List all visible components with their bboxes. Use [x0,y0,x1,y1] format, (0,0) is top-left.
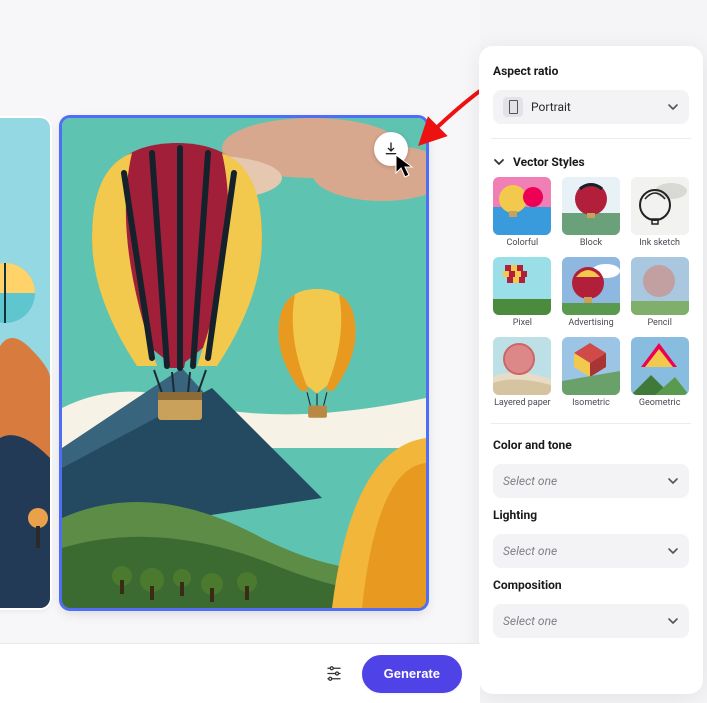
composition-title: Composition [493,578,689,592]
style-thumb [562,257,620,315]
chevron-down-icon [667,475,679,487]
style-thumb [562,177,620,235]
chevron-down-icon [667,615,679,627]
style-tile-pixel[interactable]: Pixel [493,257,552,329]
divider [491,138,691,139]
style-tile-geometric[interactable]: Geometric [630,337,689,409]
style-tile-ink-sketch[interactable]: Ink sketch [630,177,689,249]
style-tile-colorful[interactable]: Colorful [493,177,552,249]
result-thumb-previous[interactable] [0,118,50,608]
divider [491,423,691,424]
style-tile-advertising[interactable]: Advertising [562,257,621,329]
lighting-placeholder: Select one [503,544,557,558]
style-label: Layered paper [494,399,551,409]
aspect-ratio-value: Portrait [531,100,571,114]
style-label: Colorful [506,239,538,249]
style-label: Pixel [513,319,532,329]
style-thumb [562,337,620,395]
lighting-group: Lighting Select one [493,508,689,568]
sliders-icon [325,663,343,685]
style-thumb [493,337,551,395]
aspect-ratio-title: Aspect ratio [493,64,689,78]
style-label: Advertising [568,319,613,329]
style-thumb [631,337,689,395]
style-label: Isometric [572,399,610,409]
download-button[interactable] [374,132,408,166]
color-tone-title: Color and tone [493,438,689,452]
vector-styles-accordion[interactable]: Vector Styles [493,153,689,171]
style-tile-isometric[interactable]: Isometric [562,337,621,409]
lighting-title: Lighting [493,508,689,522]
lighting-select[interactable]: Select one [493,534,689,568]
style-thumb [493,257,551,315]
style-label: Block [580,239,602,249]
color-tone-select[interactable]: Select one [493,464,689,498]
style-label: Geometric [639,399,681,409]
generate-button[interactable]: Generate [362,655,462,693]
vector-styles-group: Vector Styles Colorful Block [493,153,689,409]
aspect-ratio-group: Aspect ratio Portrait [493,64,689,124]
composition-placeholder: Select one [503,614,557,628]
bottom-toolbar: Generate [0,643,480,703]
composition-select[interactable]: Select one [493,604,689,638]
chevron-down-icon [667,101,679,113]
result-image-main[interactable] [62,118,426,608]
vector-styles-grid: Colorful Block Ink sketch [493,177,689,409]
chevron-down-icon [493,156,505,168]
chevron-down-icon [667,545,679,557]
style-thumb [631,257,689,315]
generation-options-panel: Aspect ratio Portrait Vector Styles [479,46,703,694]
color-tone-placeholder: Select one [503,474,557,488]
vector-styles-title: Vector Styles [513,155,585,169]
portrait-orientation-icon [503,97,523,117]
prompt-settings-button[interactable] [320,660,348,688]
style-thumb [631,177,689,235]
style-tile-pencil[interactable]: Pencil [630,257,689,329]
style-label: Ink sketch [639,239,680,249]
composition-group: Composition Select one [493,578,689,638]
canvas-area [0,0,480,650]
style-thumb [493,177,551,235]
style-tile-block[interactable]: Block [562,177,621,249]
download-icon [383,141,399,157]
generate-label: Generate [384,666,440,681]
style-tile-layered-paper[interactable]: Layered paper [493,337,552,409]
color-tone-group: Color and tone Select one [493,438,689,498]
style-label: Pencil [647,319,671,329]
aspect-ratio-select[interactable]: Portrait [493,90,689,124]
